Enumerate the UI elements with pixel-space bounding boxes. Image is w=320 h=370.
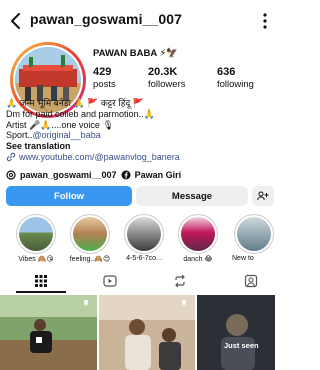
profile-bio: 🙏 जन्म भूमि बनेड़ा 🙏 🚩 कट्टर हिंदू 🚩 Dm … [6, 98, 271, 163]
highlight-label: Vibes 🙈😘 [18, 256, 54, 263]
highlight-label: New to [232, 255, 254, 262]
followers-label: followers [148, 79, 186, 90]
followers-stat[interactable]: 20.3K followers [148, 66, 186, 90]
tagged-icon[interactable] [244, 274, 258, 288]
bio-line-1: 🙏 जन्म भूमि बनेड़ा 🙏 🚩 कट्टर हिंदू 🚩 [6, 98, 144, 108]
link-icon [6, 153, 16, 162]
highlight-cover [237, 217, 271, 251]
profile-tabs [0, 272, 275, 292]
top-bar: pawan_goswami__007 [0, 8, 275, 34]
facebook-icon [121, 170, 131, 180]
reposts-icon[interactable] [173, 274, 187, 288]
post-caption-overlay: Just seen [224, 341, 259, 350]
bio-line-2: Dm for paid colleb and parmotion..🙏 [6, 108, 155, 119]
bio-website-link[interactable]: www.youtube.com/@pawanvlog_banera [6, 152, 271, 163]
back-arrow-icon[interactable] [6, 9, 26, 33]
pinned-icon [181, 300, 187, 308]
pinned-icon [83, 300, 89, 308]
posts-stat[interactable]: 429 posts [93, 66, 116, 90]
highlight-item[interactable]: feeling..🙈😊 [68, 214, 112, 263]
facebook-name[interactable]: Pawan Giri [135, 170, 182, 180]
posts-label: posts [93, 79, 116, 90]
highlight-item[interactable]: New to [232, 214, 276, 262]
bio-line-4: Sport..@original__baba [6, 130, 271, 141]
story-highlights: Vibes 🙈😘 feeling..🙈😊 4-5-6-7co... danch … [0, 214, 275, 264]
posts-count: 429 [93, 66, 112, 78]
followers-count: 20.3K [148, 66, 178, 78]
highlight-cover [181, 217, 215, 251]
post-thumbnail [197, 295, 275, 370]
message-button[interactable]: Message [136, 186, 248, 206]
highlight-cover [73, 217, 107, 251]
display-name: PAWAN BABA ⚡🦅 [93, 48, 178, 59]
website-url: www.youtube.com/@pawanvlog_banera [19, 151, 180, 162]
suggested-users-button[interactable] [252, 186, 274, 206]
more-options-icon[interactable] [258, 12, 272, 30]
grid-post[interactable] [0, 295, 97, 370]
bio-mention-link[interactable]: @original__baba [33, 130, 101, 140]
following-count: 636 [217, 66, 236, 78]
linked-handles: pawan_goswami__007 Pawan Giri [6, 170, 181, 180]
following-label: following [217, 79, 254, 90]
add-person-icon [257, 191, 269, 201]
threads-icon [6, 170, 16, 180]
grid-post[interactable] [99, 295, 195, 370]
highlight-item[interactable]: 4-5-6-7co... [122, 214, 166, 262]
threads-handle[interactable]: pawan_goswami__007 [20, 170, 117, 180]
active-tab-indicator [16, 291, 66, 293]
highlight-label: 4-5-6-7co... [126, 255, 162, 262]
follow-button[interactable]: Follow [6, 186, 132, 206]
highlight-cover [19, 217, 53, 251]
highlight-label: danch 😂 [183, 256, 213, 263]
highlight-item[interactable]: Vibes 🙈😘 [14, 214, 58, 263]
highlight-cover [127, 217, 161, 251]
following-stat[interactable]: 636 following [217, 66, 254, 90]
highlight-item[interactable]: danch 😂 [176, 214, 220, 263]
reels-icon[interactable] [103, 274, 117, 288]
see-translation-link[interactable]: See translation [6, 141, 271, 152]
bio-line-3: Artist 🎤🙏....one voice 🎙 [6, 119, 114, 130]
profile-username: pawan_goswami__007 [30, 11, 182, 27]
highlight-label: feeling..🙈😊 [69, 256, 111, 263]
posts-grid: Just seen [0, 295, 275, 370]
grid-post[interactable]: Just seen [197, 295, 275, 370]
profile-stats: 429 posts 20.3K followers 636 following [93, 66, 268, 90]
grid-icon[interactable] [34, 274, 48, 288]
bio-sport-text: Sport.. [6, 130, 33, 141]
